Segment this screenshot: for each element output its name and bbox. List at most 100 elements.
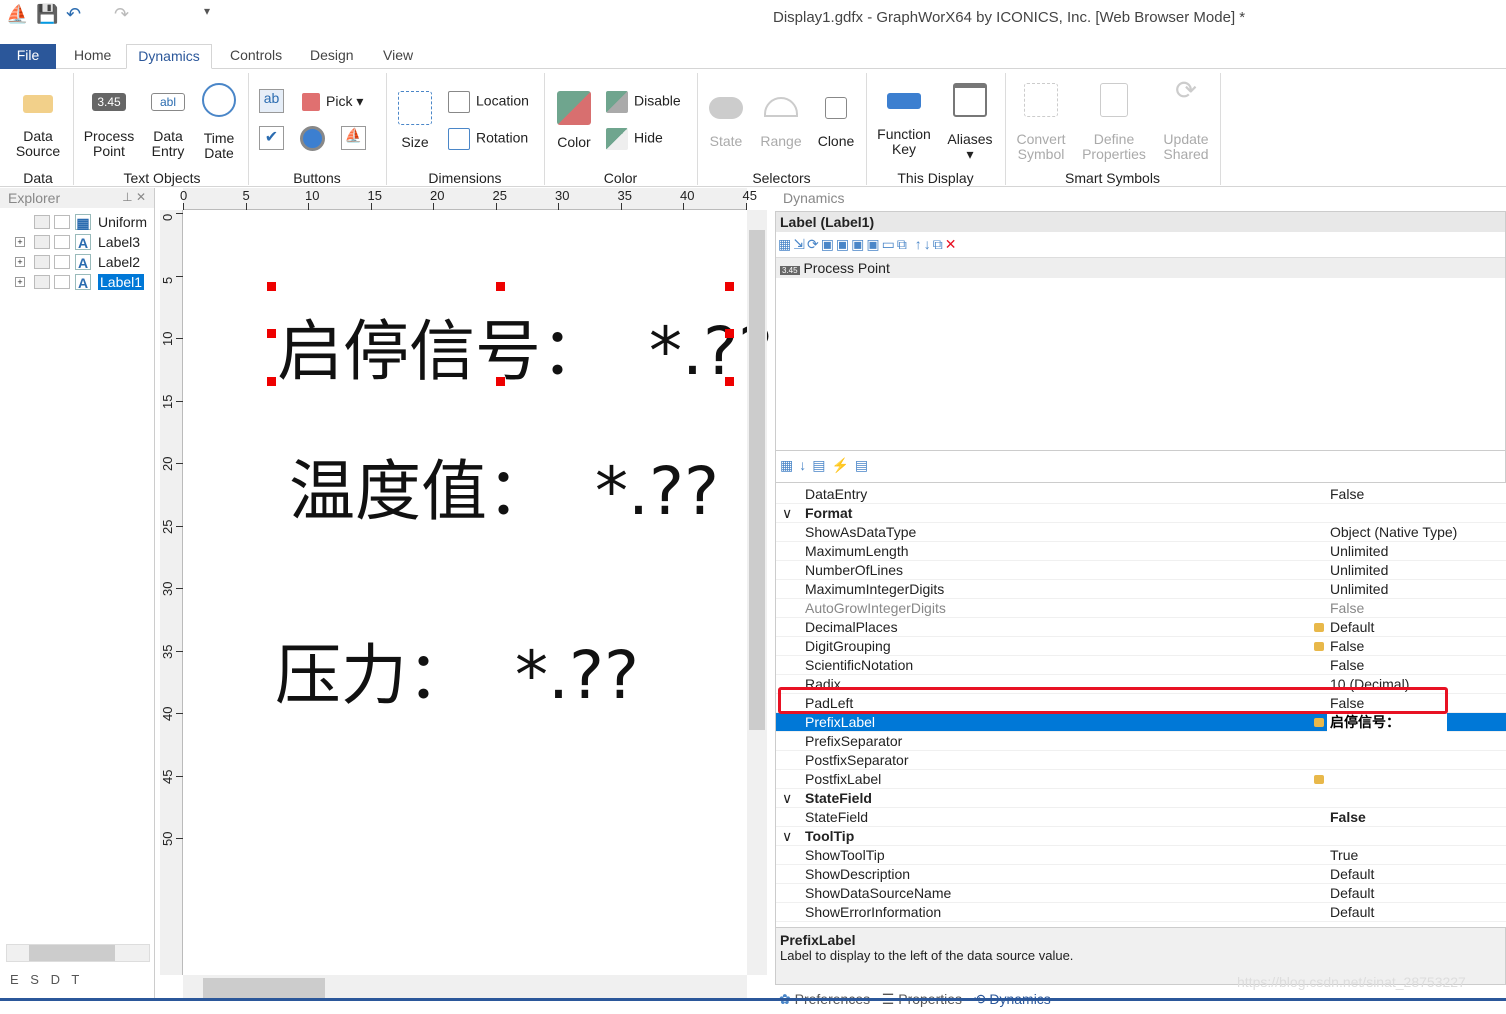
tree-item-label1[interactable]: + A Label1 [0,272,154,292]
property-category[interactable]: ∨ Format [776,504,1506,523]
property-value[interactable]: Default [1330,884,1374,903]
tree-item-label2[interactable]: + A Label2 [0,252,154,272]
save-icon[interactable]: 💾 [36,4,58,25]
lock-icon[interactable] [54,275,70,289]
expand-icon[interactable]: + [15,257,25,267]
tab-dynamics[interactable]: Dynamics [126,44,212,69]
property-row[interactable]: StateField False [776,808,1506,827]
convert-symbol-button[interactable]: Convert Symbol [1012,83,1070,162]
canvas-label-1[interactable]: 启停信号： *.?? [277,298,773,394]
visibility-icon[interactable] [34,275,50,289]
tab-home[interactable]: Home [74,44,111,69]
pin-close-icons[interactable]: ⊥ ✕ [122,190,146,204]
property-value[interactable]: Default [1330,865,1374,884]
visibility-icon[interactable] [34,255,50,269]
property-row[interactable]: ShowToolTip True [776,846,1506,865]
property-marker-icon[interactable] [1314,642,1324,651]
property-value[interactable]: False [1330,599,1364,618]
pick-button[interactable]: Pick ▾ [302,93,363,112]
delete-icon[interactable]: ✕ [945,236,959,252]
property-row[interactable]: ShowErrorInformation Default [776,903,1506,922]
redo-icon[interactable]: ↷ [114,4,129,25]
scroll-thumb[interactable] [203,978,325,998]
tab-controls[interactable]: Controls [230,44,282,69]
property-value[interactable]: Default [1330,903,1374,922]
text-button-icon[interactable]: ab [259,89,284,113]
process-point-button[interactable]: 3.45 Process Point [80,87,138,159]
tab-d[interactable]: D [51,972,60,987]
property-row[interactable]: ShowDescription Default [776,865,1506,884]
collapse-icon[interactable]: ∨ [782,827,792,846]
dynamic-item-process-point[interactable]: 3.45 Process Point [776,258,1505,278]
property-value[interactable]: False [1330,485,1364,504]
define-properties-button[interactable]: Define Properties [1080,83,1148,162]
property-value[interactable]: True [1330,846,1358,865]
property-value[interactable]: 启停信号： [1327,713,1447,732]
visibility-icon[interactable] [34,215,50,229]
property-row[interactable]: MaximumLength Unlimited [776,542,1506,561]
expand-icon[interactable]: + [15,237,25,247]
property-row[interactable]: DecimalPlaces Default [776,618,1506,637]
canvas-label-2[interactable]: 温度值： *.?? [289,438,719,534]
collapse-icon[interactable]: ∨ [782,504,792,523]
property-marker-icon[interactable] [1314,718,1324,727]
checkbox-button-icon[interactable]: ✔ [259,126,284,150]
tab-e[interactable]: E [10,972,19,987]
selection-handle[interactable] [267,329,276,338]
property-row[interactable]: ScientificNotation False [776,656,1506,675]
property-value[interactable]: Default [1330,618,1374,637]
property-category[interactable]: ∨ StateField [776,789,1506,808]
hide-button[interactable]: Hide [606,128,663,150]
radio-button-icon[interactable] [300,126,325,151]
property-value[interactable]: False [1330,656,1364,675]
data-source-button[interactable]: Data Source [12,87,64,159]
expand-icon[interactable]: + [15,277,25,287]
tab-view[interactable]: View [383,44,413,69]
property-marker-icon[interactable] [1314,623,1324,632]
color-button[interactable]: Color [554,91,594,150]
property-marker-icon[interactable] [1314,775,1324,784]
tree-item-uniform[interactable]: ▦ Uniform [0,212,154,232]
clone-button[interactable]: Clone [815,97,857,149]
property-row[interactable]: PrefixSeparator [776,732,1506,751]
property-row[interactable]: MaximumIntegerDigits Unlimited [776,580,1506,599]
property-row[interactable]: DataEntry False [776,485,1506,504]
update-shared-button[interactable]: ⟳ Update Shared [1158,77,1214,162]
tab-design[interactable]: Design [310,44,354,69]
state-button[interactable]: State [706,97,746,149]
lock-icon[interactable] [54,255,70,269]
aliases-button[interactable]: Aliases ▾ [944,83,996,162]
selection-handle[interactable] [496,282,505,291]
property-row[interactable]: ShowAsDataType Object (Native Type) [776,523,1506,542]
display-canvas[interactable]: 启停信号： *.?? 温度值： *.?? 压力： *.?? [183,210,773,975]
property-category[interactable]: ∨ ToolTip [776,827,1506,846]
selection-handle[interactable] [267,282,276,291]
canvas-hscrollbar[interactable] [183,975,747,1000]
property-row[interactable]: PostfixLabel [776,770,1506,789]
location-button[interactable]: Location [448,91,529,113]
property-value[interactable]: Unlimited [1330,561,1388,580]
property-row[interactable]: DigitGrouping False [776,637,1506,656]
property-row[interactable]: NumberOfLines Unlimited [776,561,1506,580]
property-grid-toolbar[interactable]: ▦↓▤⚡▤ [775,451,1506,483]
selection-handle[interactable] [725,329,734,338]
canvas-vscrollbar[interactable] [747,210,767,975]
selection-handle[interactable] [496,377,505,386]
explorer-hscrollbar[interactable] [6,944,150,962]
range-button[interactable]: Range [758,97,804,149]
property-value[interactable]: False [1330,808,1366,827]
property-value[interactable]: False [1330,637,1364,656]
scroll-thumb[interactable] [29,945,115,961]
selection-handle[interactable] [725,282,734,291]
property-row[interactable]: ShowDataSourceName Default [776,884,1506,903]
property-row[interactable]: PostfixSeparator [776,751,1506,770]
scroll-thumb[interactable] [749,230,765,730]
selection-handle[interactable] [267,377,276,386]
customize-toolbar-icon[interactable]: ▾ [204,4,210,18]
property-value[interactable]: Unlimited [1330,580,1388,599]
function-key-button[interactable]: Function Key [874,87,934,157]
rotation-button[interactable]: Rotation [448,128,528,150]
time-date-button[interactable]: Time Date [198,83,240,161]
property-value[interactable]: Unlimited [1330,542,1388,561]
tab-s[interactable]: S [30,972,39,987]
